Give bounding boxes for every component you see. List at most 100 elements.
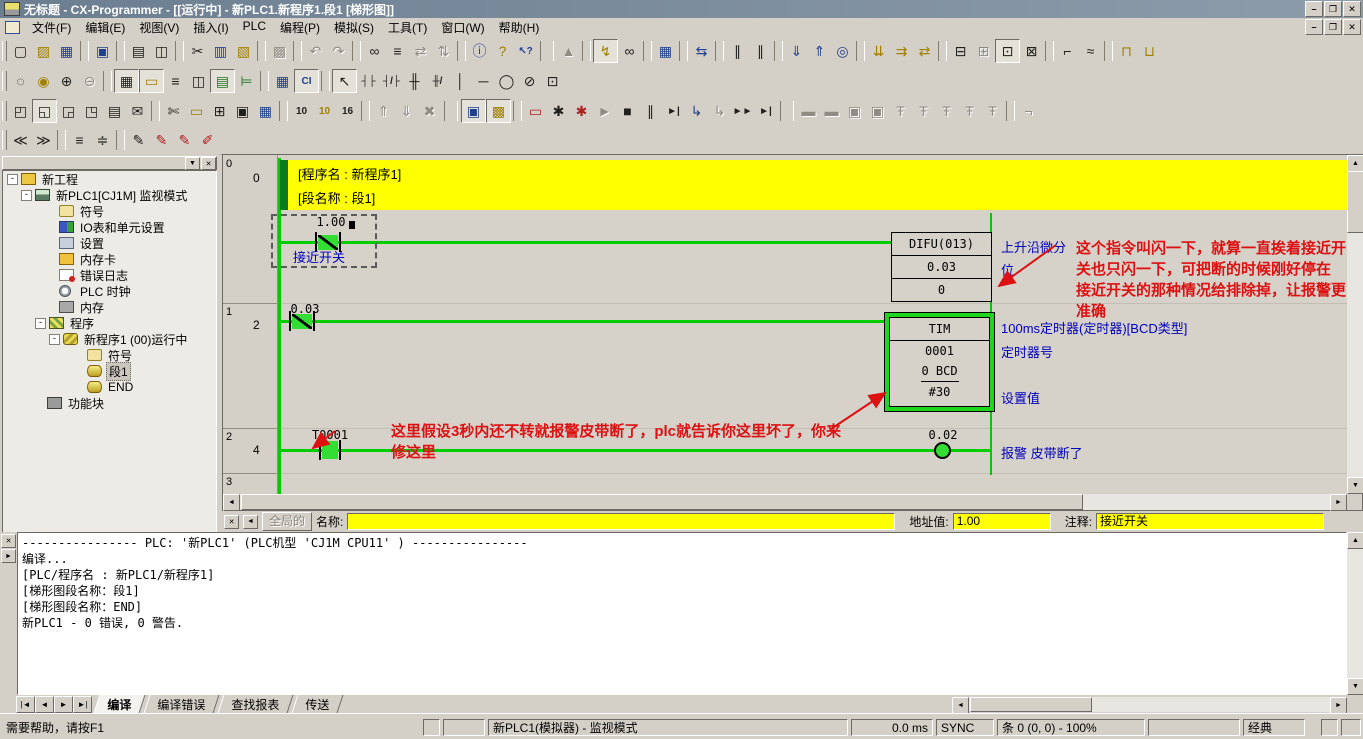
difu-instruction-box[interactable]: DIFU(013) 0.03 0: [891, 232, 992, 302]
output-vertical-scrollbar[interactable]: ▲ ▼: [1347, 532, 1363, 695]
new-file-button[interactable]: ▢: [9, 40, 32, 62]
new-closed-contact-or-button[interactable]: ╫/: [426, 70, 449, 92]
context-help-button[interactable]: ↖?: [514, 40, 537, 62]
menu-simulation[interactable]: 模拟(S): [327, 17, 381, 38]
monitor-warning-button[interactable]: ∞: [618, 40, 641, 62]
zoom-out-button[interactable]: ⊖: [78, 70, 101, 92]
restore-button[interactable]: ❐: [1324, 1, 1342, 17]
tree-expander[interactable]: [47, 223, 56, 232]
outdent-button[interactable]: ≪: [9, 129, 32, 151]
close-panel-button[interactable]: ✕: [201, 157, 216, 170]
horizontal-line-button[interactable]: ─: [472, 70, 495, 92]
tree-expander[interactable]: [75, 351, 84, 360]
tree-expander[interactable]: [47, 255, 56, 264]
unit-monitor-1-button[interactable]: ⊟: [949, 40, 972, 62]
menu-file[interactable]: 文件(F): [25, 17, 78, 38]
close-button[interactable]: ✕: [1343, 1, 1361, 17]
view-local-symbols-button[interactable]: ◳: [80, 100, 103, 122]
view-ladder-button[interactable]: ◱: [32, 99, 57, 123]
ladder-horizontal-scrollbar[interactable]: ◄ ►: [223, 494, 1347, 510]
monitor-hex-button[interactable]: 16: [336, 100, 359, 122]
tree-expander[interactable]: [75, 367, 84, 376]
contact-T0001[interactable]: [319, 440, 341, 460]
output-horizontal-scrollbar[interactable]: ◄ ►: [952, 697, 1347, 712]
clear-breakpoints-button[interactable]: ✱: [570, 100, 593, 122]
pause-monitor-button[interactable]: ∥: [726, 40, 749, 62]
close-symbolbar-button[interactable]: ✕: [224, 515, 239, 529]
zoom-tool-button[interactable]: ◌: [9, 70, 32, 92]
io-condition-7-button[interactable]: Ŧ: [935, 100, 958, 122]
ladder-canvas[interactable]: 0 0 1 2 2 4 3 [程序名 : 新程序1] [段名称 : 段1] 1.…: [223, 155, 1347, 494]
menu-view[interactable]: 视图(V): [132, 17, 186, 38]
toolbar-grip[interactable]: [2, 101, 7, 121]
select-mode-button[interactable]: ↖: [332, 69, 357, 93]
compile-button[interactable]: ▣: [91, 40, 114, 62]
output-window-button[interactable]: ▣: [231, 100, 254, 122]
monitor-decimal-button[interactable]: 10: [290, 100, 313, 122]
toolbar-grip[interactable]: [2, 130, 7, 150]
save-button[interactable]: ▦: [55, 40, 78, 62]
tree-item-memory-card[interactable]: 内存卡: [3, 251, 216, 267]
show-section-button[interactable]: ▲: [557, 40, 580, 62]
memory-view-button[interactable]: ▦: [254, 100, 277, 122]
menu-tools[interactable]: 工具(T): [381, 17, 434, 38]
paste-button[interactable]: ▧: [232, 40, 255, 62]
paste-attributes-button[interactable]: ▩: [268, 40, 291, 62]
prev-tab-button[interactable]: ◄: [35, 696, 54, 713]
step-in-button[interactable]: ↳: [685, 100, 708, 122]
new-contact-or-button[interactable]: ╫: [403, 70, 426, 92]
bookmark-list-button[interactable]: ≡: [68, 129, 91, 151]
io-condition-9-button[interactable]: Ŧ: [981, 100, 1004, 122]
tree-item-io-table[interactable]: IO表和单元设置: [3, 219, 216, 235]
sim-exit-button[interactable]: ▭: [524, 100, 547, 122]
menu-edit[interactable]: 编辑(E): [78, 17, 132, 38]
unit-monitor-2-button[interactable]: ⊞: [972, 40, 995, 62]
unit-monitor-3-button[interactable]: ⊡: [995, 39, 1020, 63]
view-mnemonics-button[interactable]: ◰: [9, 100, 32, 122]
io-condition-2-button[interactable]: ▬: [820, 100, 843, 122]
show-sma-button[interactable]: ▦: [271, 70, 294, 92]
release-protect-button[interactable]: ⊔: [1138, 40, 1161, 62]
tree-item-plc[interactable]: - 新PLC1[CJ1M] 监视模式: [3, 187, 216, 203]
io-condition-4-button[interactable]: ▣: [866, 100, 889, 122]
differential-monitor-button[interactable]: ⌐: [1056, 40, 1079, 62]
unit-monitor-4-button[interactable]: ⊠: [1020, 40, 1043, 62]
indent-button[interactable]: ≫: [32, 129, 55, 151]
continuous-step-button[interactable]: ►►: [731, 100, 754, 122]
scroll-up-button[interactable]: ▲: [1347, 155, 1363, 172]
section-outline-button[interactable]: ⊨: [235, 70, 258, 92]
view-rung-list-button[interactable]: ▤: [103, 100, 126, 122]
io-condition-3-button[interactable]: ▣: [843, 100, 866, 122]
time-chart-monitor-button[interactable]: ≈: [1079, 40, 1102, 62]
restore-button[interactable]: ❐: [1324, 19, 1342, 35]
tree-expander[interactable]: [35, 399, 44, 408]
show-ci-button[interactable]: CI: [294, 69, 319, 93]
compile-output-text[interactable]: ---------------- PLC: '新PLC1' (PLC机型 'CJ…: [17, 532, 1347, 695]
io-comment-view-button[interactable]: ▭: [185, 100, 208, 122]
save-to-plc-button[interactable]: ▦: [654, 40, 677, 62]
show-rung-wrapping-button[interactable]: ▤: [210, 69, 235, 93]
cut-button[interactable]: ✂: [186, 40, 209, 62]
force-cancel-all-button[interactable]: ✖: [418, 100, 441, 122]
toolbar-grip[interactable]: [2, 41, 7, 61]
new-contact-button[interactable]: ┤├: [357, 70, 380, 92]
menu-window[interactable]: 窗口(W): [434, 17, 491, 38]
tree-item-settings[interactable]: 设置: [3, 235, 216, 251]
force-set-button[interactable]: ✎: [150, 129, 173, 151]
scroll-left-button[interactable]: ◄: [952, 697, 969, 714]
about-button[interactable]: ⓘ: [468, 40, 491, 62]
show-monitor-box-button[interactable]: ◫: [187, 70, 210, 92]
io-condition-5-button[interactable]: Ŧ: [889, 100, 912, 122]
vertical-line-button[interactable]: │: [449, 70, 472, 92]
set-protect-button[interactable]: ⊓: [1115, 40, 1138, 62]
scroll-down-button[interactable]: ▼: [1347, 477, 1363, 494]
work-online-button[interactable]: ↯: [593, 39, 618, 63]
comment-field[interactable]: 接近开关: [1096, 513, 1324, 530]
sim-work-online-button[interactable]: ▣: [461, 99, 486, 123]
address-reference-tool-button[interactable]: ✄: [162, 100, 185, 122]
last-tab-button[interactable]: ►|: [73, 696, 92, 713]
sim-stop-button[interactable]: ■: [616, 100, 639, 122]
close-button[interactable]: ✕: [1343, 19, 1361, 35]
minimize-button[interactable]: –: [1305, 19, 1323, 35]
tree-item-symbols[interactable]: 符号: [3, 203, 216, 219]
